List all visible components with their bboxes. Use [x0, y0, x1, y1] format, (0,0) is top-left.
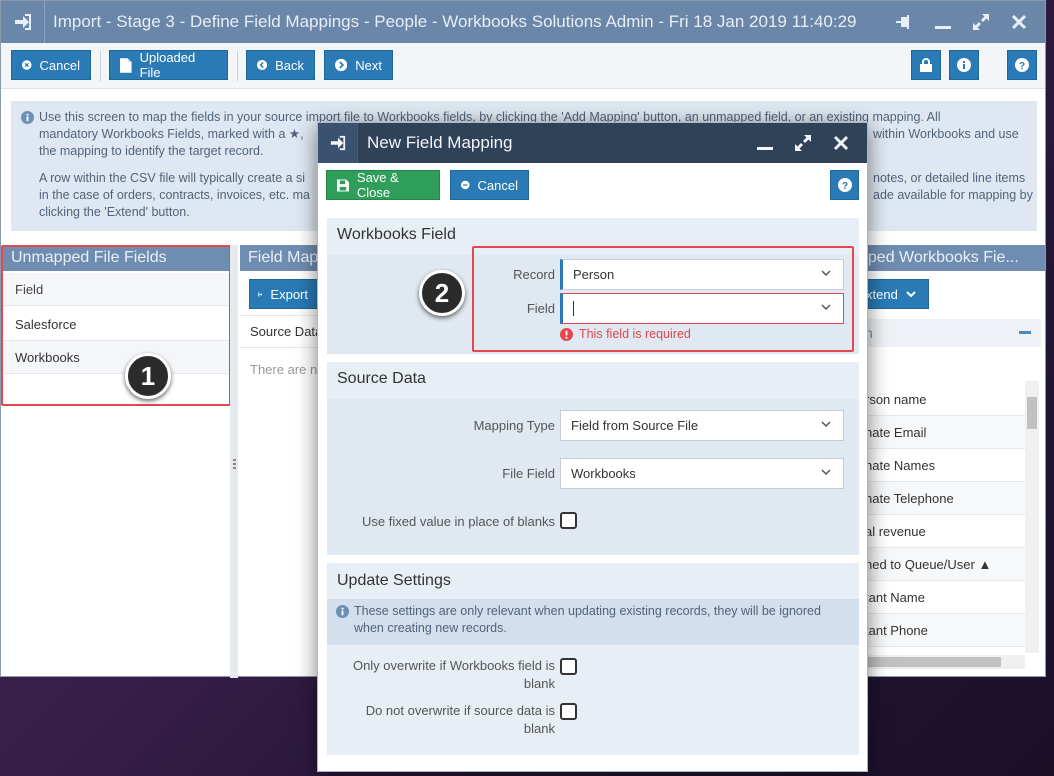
maximize-icon[interactable]	[793, 133, 813, 153]
info-text: within Workbooks and use	[873, 127, 1019, 141]
minimize-icon[interactable]	[755, 133, 775, 153]
mapped-workbooks-header: pped Workbooks Fie...	[859, 245, 1045, 271]
modal-titlebar: New Field Mapping	[318, 123, 867, 163]
export-button[interactable]: Export	[249, 279, 319, 309]
vertical-scrollbar[interactable]	[1025, 381, 1039, 653]
file-icon	[120, 57, 132, 73]
toolbar-divider	[100, 51, 101, 81]
table-row[interactable]: tant Phone	[859, 614, 1025, 647]
info-text: in the case of orders, contracts, invoic…	[39, 188, 310, 202]
info-text: notes, or detailed line items	[873, 171, 1026, 185]
info-text: mandatory Workbooks Fields, marked with …	[39, 127, 304, 141]
close-icon[interactable]	[831, 133, 851, 153]
toolbar-divider	[237, 51, 238, 81]
back-button[interactable]: Back	[246, 50, 315, 80]
table-row[interactable]: rson name	[859, 383, 1025, 416]
close-icon[interactable]	[1009, 12, 1029, 32]
next-button[interactable]: Next	[324, 50, 393, 80]
lock-button[interactable]	[911, 50, 941, 80]
extend-button[interactable]: xtend	[859, 279, 929, 309]
import-icon	[1, 1, 45, 43]
cancel-icon	[22, 60, 32, 70]
info-circle-icon	[336, 605, 349, 618]
fixed-value-label: Use fixed value in place of blanks	[362, 514, 555, 529]
new-field-mapping-dialog: New Field Mapping Save & Close Cancel ? …	[317, 122, 868, 772]
chevron-left-icon	[257, 59, 268, 71]
modal-title: New Field Mapping	[367, 133, 513, 152]
main-titlebar: Import - Stage 3 - Define Field Mappings…	[1, 1, 1045, 43]
info-text: ade available for mapping by	[873, 188, 1033, 202]
only-overwrite-label: Only overwrite if Workbooks field is bla…	[352, 658, 555, 691]
scrollbar-thumb[interactable]	[1027, 397, 1037, 429]
uploaded-file-button[interactable]: Uploaded File	[109, 50, 228, 80]
mapping-type-select[interactable]: Field from Source File	[560, 410, 844, 441]
mapped-column-header[interactable]: n	[859, 319, 1041, 347]
file-field-select[interactable]: Workbooks	[560, 458, 844, 489]
section-title: Source Data	[337, 370, 426, 387]
file-field-label: File Field	[502, 466, 555, 481]
info-text: A row within the CSV file will typically…	[39, 171, 306, 185]
callout-badge-1: 1	[125, 353, 171, 399]
scrollbar-thumb[interactable]	[861, 657, 1001, 667]
highlight-box-2	[472, 246, 854, 352]
empty-state-text: There are n	[250, 362, 318, 377]
help-button[interactable]: ?	[1007, 50, 1037, 80]
fixed-value-checkbox[interactable]	[560, 512, 577, 529]
table-row[interactable]: ned to Queue/User ▲	[859, 548, 1025, 581]
do-not-overwrite-label: Do not overwrite if source data is blank	[365, 703, 555, 736]
field-mappings-header: Field Map	[240, 245, 319, 271]
window-title: Import - Stage 3 - Define Field Mappings…	[53, 12, 857, 31]
callout-badge-2: 2	[419, 270, 465, 316]
horizontal-scrollbar[interactable]	[859, 655, 1025, 669]
table-row[interactable]: nate Names	[859, 449, 1025, 482]
import-icon	[318, 123, 358, 163]
collapse-icon[interactable]	[1019, 331, 1031, 334]
only-overwrite-checkbox[interactable]	[560, 658, 577, 675]
pin-icon[interactable]	[895, 12, 915, 32]
maximize-icon[interactable]	[971, 12, 991, 32]
svg-text:?: ?	[841, 181, 847, 192]
chevron-down-icon	[906, 290, 916, 297]
help-icon: ?	[1015, 58, 1029, 72]
main-toolbar: Cancel Uploaded File Back Next ?	[1, 43, 1045, 89]
info-circle-icon	[21, 111, 34, 124]
info-button[interactable]	[949, 50, 979, 80]
section-title: Workbooks Field	[337, 226, 456, 243]
lock-icon	[920, 58, 932, 72]
update-settings-section: Update Settings These settings are only …	[327, 563, 859, 755]
chevron-down-icon	[821, 469, 831, 476]
cancel-button[interactable]: Cancel	[450, 170, 529, 200]
info-text: the mapping to identify the target recor…	[39, 144, 264, 158]
update-info-box: These settings are only relevant when up…	[327, 599, 859, 645]
source-data-section: Source Data Mapping Type Field from Sour…	[327, 362, 859, 555]
table-row[interactable]: al revenue	[859, 515, 1025, 548]
save-close-button[interactable]: Save & Close	[326, 170, 440, 200]
help-button[interactable]: ?	[830, 170, 859, 200]
minus-circle-icon	[461, 180, 470, 190]
chevron-down-icon	[821, 421, 831, 428]
highlight-box-1	[1, 245, 231, 406]
save-icon	[337, 179, 349, 191]
chevron-right-icon	[335, 58, 348, 72]
export-icon	[258, 292, 263, 296]
source-data-column-header[interactable]: Source Data	[240, 315, 319, 348]
svg-text:?: ?	[1019, 61, 1025, 72]
table-row[interactable]: nate Telephone	[859, 482, 1025, 515]
info-text: clicking the 'Extend' button.	[39, 205, 190, 219]
help-icon: ?	[837, 178, 852, 192]
table-row[interactable]: nate Email	[859, 416, 1025, 449]
table-row[interactable]: tant Name	[859, 581, 1025, 614]
info-icon	[957, 58, 971, 72]
do-not-overwrite-checkbox[interactable]	[560, 703, 577, 720]
splitter-grip-icon[interactable]	[233, 459, 236, 471]
cancel-button[interactable]: Cancel	[11, 50, 91, 80]
minimize-icon[interactable]	[933, 12, 953, 32]
section-title: Update Settings	[337, 572, 451, 589]
mapping-type-label: Mapping Type	[473, 418, 555, 433]
